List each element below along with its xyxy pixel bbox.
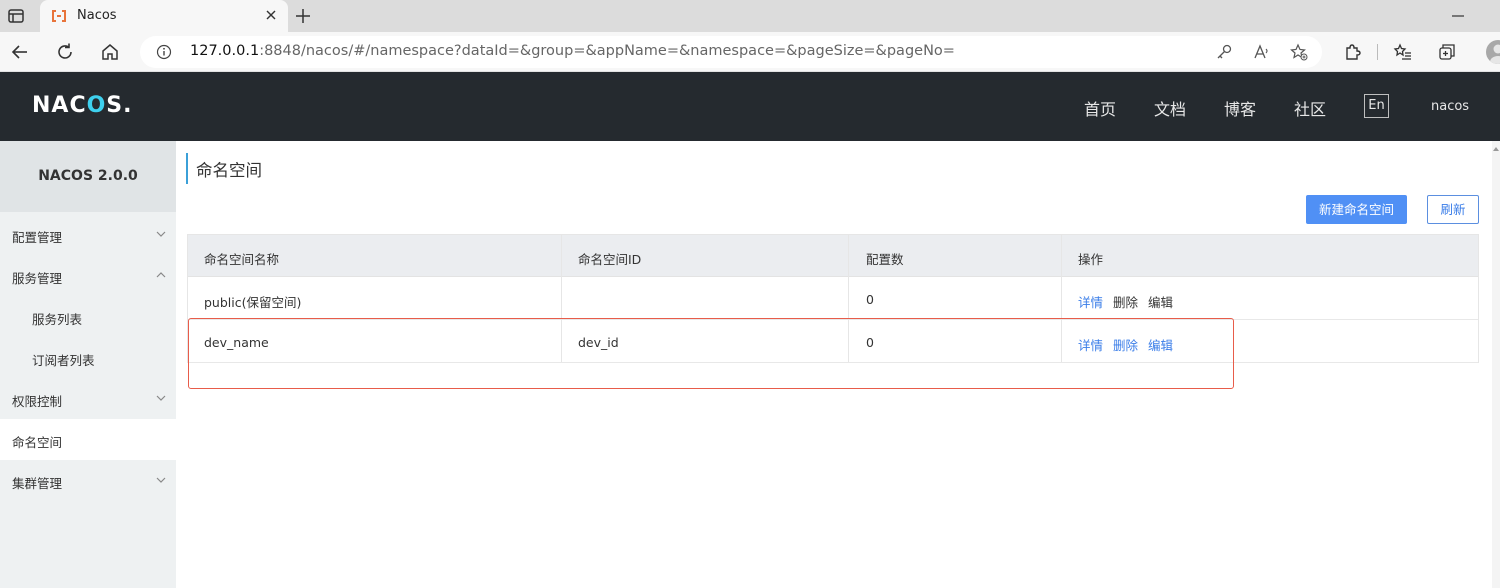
create-namespace-button[interactable]: 新建命名空间 xyxy=(1306,195,1407,224)
app-header: NACOS. 首页 文档 博客 社区 En nacos xyxy=(0,72,1500,141)
table-row: dev_name dev_id 0 详情 删除 编辑 xyxy=(188,320,1478,363)
profile-icon xyxy=(1490,44,1500,64)
toolbar-separator xyxy=(1377,44,1378,60)
key-icon[interactable] xyxy=(1215,43,1233,61)
page-title: 命名空间 xyxy=(196,161,262,180)
nav-docs[interactable]: 文档 xyxy=(1154,96,1186,120)
chevron-down-icon xyxy=(156,231,166,237)
sidebar-item-service-management[interactable]: 服务管理 xyxy=(0,255,176,296)
nav-community[interactable]: 社区 xyxy=(1294,96,1326,120)
back-icon[interactable] xyxy=(9,41,31,63)
nav-blog[interactable]: 博客 xyxy=(1224,96,1256,120)
namespace-name: public(保留空间) xyxy=(204,295,302,310)
url-path: :8848/nacos/#/namespace?dataId=&group=&a… xyxy=(259,43,955,59)
reload-icon[interactable] xyxy=(54,41,76,63)
chevron-up-icon xyxy=(156,272,166,278)
scroll-up-icon[interactable] xyxy=(1493,146,1499,152)
sidebar-item-label: 配置管理 xyxy=(12,230,63,245)
tab-title: Nacos xyxy=(77,8,117,23)
new-tab-icon[interactable] xyxy=(293,6,313,26)
sidebar-item-namespace[interactable]: 命名空间 xyxy=(0,419,176,460)
read-aloud-icon[interactable] xyxy=(1253,43,1271,61)
delete-link[interactable]: 删除 xyxy=(1113,335,1138,354)
sidebar-item-label: 命名空间 xyxy=(12,435,63,450)
sidebar: NACOS 2.0.0 配置管理 服务管理 服务列表 订阅者列表 权限控制 命名… xyxy=(0,141,176,588)
table-header: 命名空间名称 命名空间ID 配置数 操作 xyxy=(188,235,1478,277)
column-divider xyxy=(561,235,562,362)
details-link[interactable]: 详情 xyxy=(1078,335,1103,354)
column-header-name: 命名空间名称 xyxy=(204,252,280,267)
extensions-icon[interactable] xyxy=(1342,42,1362,62)
column-header-actions: 操作 xyxy=(1078,252,1104,267)
sidebar-item-label: 服务管理 xyxy=(12,271,63,286)
logo-prefix: NAC xyxy=(32,93,87,118)
browser-tab[interactable]: Nacos xyxy=(40,0,288,32)
sidebar-item-subscriber-list[interactable]: 订阅者列表 xyxy=(0,337,176,378)
collections-icon[interactable] xyxy=(1437,42,1457,62)
column-header-config-count: 配置数 xyxy=(866,252,904,267)
tab-actions-icon[interactable] xyxy=(6,6,26,26)
sidebar-item-label: 集群管理 xyxy=(12,476,63,491)
edit-link[interactable]: 编辑 xyxy=(1148,292,1173,311)
url-text[interactable]: 127.0.0.1:8848/nacos/#/namespace?dataId=… xyxy=(190,43,955,59)
sidebar-item-config-management[interactable]: 配置管理 xyxy=(0,214,176,255)
column-divider xyxy=(848,235,849,362)
sidebar-item-service-list[interactable]: 服务列表 xyxy=(0,296,176,337)
page-title-accent xyxy=(186,153,188,184)
namespace-table: 命名空间名称 命名空间ID 配置数 操作 public(保留空间) 0 详情 删… xyxy=(187,234,1479,363)
namespace-id: dev_id xyxy=(578,335,619,350)
delete-link[interactable]: 删除 xyxy=(1113,292,1138,311)
url-host: 127.0.0.1 xyxy=(190,43,260,59)
edit-link[interactable]: 编辑 xyxy=(1148,335,1173,354)
nacos-favicon-icon xyxy=(52,10,66,22)
table-row: public(保留空间) 0 详情 删除 编辑 xyxy=(188,277,1478,320)
refresh-button[interactable]: 刷新 xyxy=(1427,195,1479,224)
browser-toolbar: 127.0.0.1:8848/nacos/#/namespace?dataId=… xyxy=(0,32,1500,72)
logo-accent: O xyxy=(86,93,107,118)
favorites-icon[interactable] xyxy=(1393,42,1413,62)
page-scrollbar[interactable] xyxy=(1492,141,1500,588)
close-tab-icon[interactable] xyxy=(264,8,278,22)
language-switch[interactable]: En xyxy=(1364,94,1389,118)
user-name[interactable]: nacos xyxy=(1431,99,1469,114)
config-count: 0 xyxy=(866,335,874,350)
sidebar-title: NACOS 2.0.0 xyxy=(0,141,176,212)
sidebar-item-cluster-management[interactable]: 集群管理 xyxy=(0,460,176,501)
site-info-icon[interactable] xyxy=(156,44,172,60)
home-icon[interactable] xyxy=(99,41,121,63)
minimize-icon[interactable] xyxy=(1448,6,1468,26)
details-link[interactable]: 详情 xyxy=(1078,292,1103,311)
column-header-id: 命名空间ID xyxy=(578,252,642,267)
favorite-star-icon[interactable] xyxy=(1290,43,1308,61)
logo-suffix: S. xyxy=(106,93,133,118)
address-bar[interactable]: 127.0.0.1:8848/nacos/#/namespace?dataId=… xyxy=(140,36,1322,68)
sidebar-item-access-control[interactable]: 权限控制 xyxy=(0,378,176,419)
nacos-logo[interactable]: NACOS. xyxy=(32,93,133,118)
namespace-name: dev_name xyxy=(204,335,269,350)
sidebar-item-label: 订阅者列表 xyxy=(32,353,95,368)
chevron-down-icon xyxy=(156,477,166,483)
column-divider xyxy=(1061,235,1062,362)
nav-home[interactable]: 首页 xyxy=(1084,96,1116,120)
chevron-down-icon xyxy=(156,395,166,401)
sidebar-item-label: 权限控制 xyxy=(12,394,63,409)
config-count: 0 xyxy=(866,292,874,307)
browser-tab-bar: Nacos xyxy=(0,0,1500,32)
profile-avatar[interactable] xyxy=(1486,40,1500,64)
sidebar-item-label: 服务列表 xyxy=(32,312,83,327)
